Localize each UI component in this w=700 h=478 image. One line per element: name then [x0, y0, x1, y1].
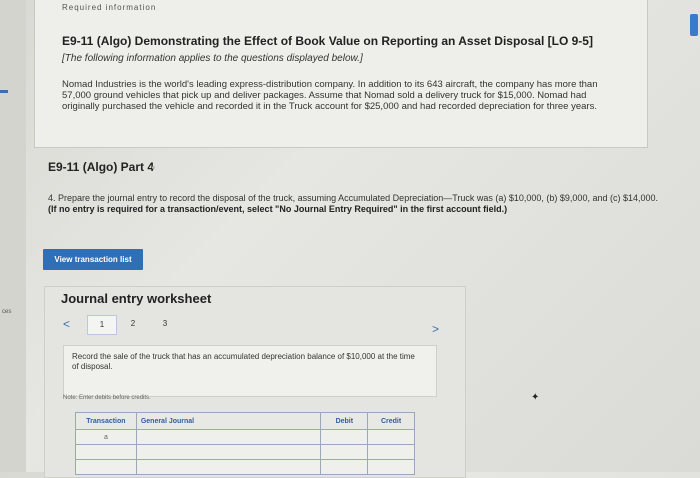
journal-table: Transaction General Journal Debit Credit…: [75, 412, 415, 475]
part-heading: E9-11 (Algo) Part 4: [48, 160, 155, 174]
worksheet-tab-3[interactable]: 3: [159, 315, 171, 333]
debit-cell[interactable]: [320, 459, 369, 475]
transaction-description-box: Record the sale of the truck that has an…: [63, 345, 437, 397]
transaction-cell: a: [75, 429, 137, 445]
required-information-box: [34, 0, 648, 148]
question-text: 4. Prepare the journal entry to record t…: [48, 193, 658, 215]
part-heading-dot: [152, 166, 155, 169]
table-row: [75, 444, 415, 460]
journal-entry-worksheet: Journal entry worksheet < 1 2 3 Record t…: [44, 286, 466, 478]
credit-cell[interactable]: [367, 429, 415, 445]
debit-cell[interactable]: [320, 429, 369, 445]
journal-table-header: Transaction General Journal Debit Credit: [75, 412, 415, 430]
question-instruction: (If no entry is required for a transacti…: [48, 204, 508, 214]
table-row: a: [75, 429, 415, 445]
table-row: [75, 459, 415, 475]
exercise-subtitle: [The following information applies to th…: [62, 53, 363, 64]
general-journal-column-header: General Journal: [135, 412, 322, 430]
credit-cell[interactable]: [367, 459, 415, 475]
worksheet-title: Journal entry worksheet: [61, 291, 212, 306]
general-journal-cell[interactable]: [135, 429, 322, 445]
exercise-title: E9-11 (Algo) Demonstrating the Effect of…: [62, 34, 593, 48]
transaction-cell: [75, 444, 137, 460]
debit-cell[interactable]: [320, 444, 369, 460]
worksheet-tab-2[interactable]: 2: [127, 315, 139, 333]
worksheet-tab-1[interactable]: 1: [87, 315, 117, 335]
general-journal-cell[interactable]: [135, 444, 322, 460]
exercise-paragraph: Nomad Industries is the world's leading …: [62, 79, 598, 112]
view-transaction-list-button[interactable]: View transaction list: [43, 249, 143, 270]
left-panel-marker: [0, 90, 8, 93]
transaction-column-header: Transaction: [75, 412, 137, 430]
transaction-cell: [75, 459, 137, 475]
debit-column-header: Debit: [320, 412, 369, 430]
required-information-heading: Required information: [62, 3, 157, 12]
side-label: ces: [2, 309, 12, 315]
general-journal-cell[interactable]: [135, 459, 322, 475]
worksheet-note: Note: Enter debits before credits.: [63, 395, 151, 401]
left-panel-strip: [0, 0, 26, 472]
prev-arrow-icon[interactable]: <: [63, 317, 70, 331]
credit-cell[interactable]: [367, 444, 415, 460]
question-plain: 4. Prepare the journal entry to record t…: [48, 193, 658, 203]
transaction-description: Record the sale of the truck that has an…: [72, 352, 415, 371]
right-scroll-tab[interactable]: [690, 14, 698, 36]
mouse-cursor-icon: ✦: [531, 392, 540, 403]
credit-column-header: Credit: [367, 412, 415, 430]
next-arrow-icon[interactable]: >: [432, 322, 439, 336]
